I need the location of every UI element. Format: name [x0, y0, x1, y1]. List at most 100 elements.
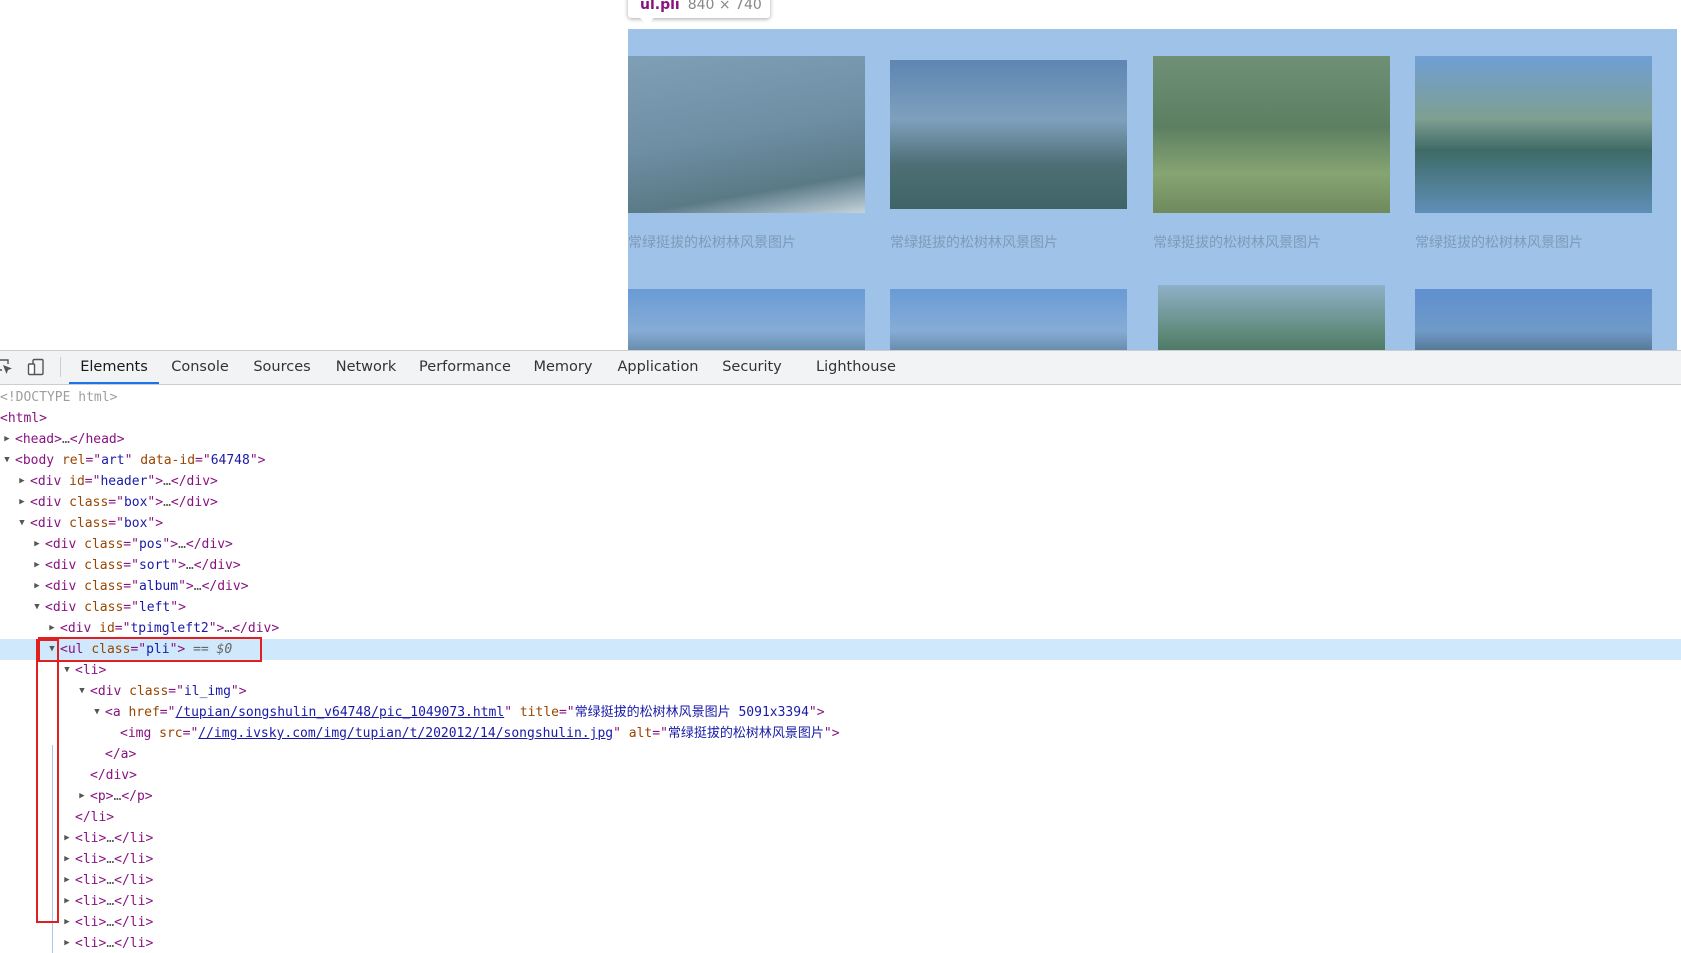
gallery-thumbnail[interactable]: [1415, 56, 1652, 213]
expand-triangle-icon[interactable]: ▶: [62, 828, 72, 849]
tooltip-selector: ul.pli: [640, 0, 680, 13]
collapse-triangle-icon[interactable]: ▼: [77, 681, 87, 702]
expand-triangle-icon[interactable]: ▶: [47, 618, 57, 639]
tab-security[interactable]: Security: [719, 351, 785, 384]
expand-triangle-icon[interactable]: ▶: [77, 786, 87, 807]
expand-triangle-icon[interactable]: ▶: [32, 576, 42, 597]
li-close-tag: </li>: [75, 810, 115, 825]
expand-triangle-icon[interactable]: ▶: [32, 555, 42, 576]
collapse-triangle-icon[interactable]: ▼: [17, 513, 27, 534]
body-tag-name: body: [22, 453, 55, 468]
tab-elements[interactable]: Elements: [69, 351, 159, 384]
dom-node-div-il-img[interactable]: ▼ <div class="il_img">: [0, 681, 1681, 702]
expand-triangle-icon[interactable]: ▶: [62, 870, 72, 891]
expand-triangle-icon[interactable]: ▶: [62, 849, 72, 870]
img-alt-value: 常绿挺拔的松树林风景图片: [667, 726, 824, 741]
dom-node-div-box-open[interactable]: ▼ <div class="box">: [0, 513, 1681, 534]
expand-triangle-icon[interactable]: ▶: [2, 429, 12, 450]
head-open-tag: <head>: [15, 432, 62, 447]
gallery-thumbnail[interactable]: [628, 56, 865, 213]
body-data-id-value: 64748: [210, 453, 250, 468]
red-annotation-box: [38, 637, 262, 662]
gallery-caption[interactable]: 常绿挺拔的松树林风景图片: [890, 232, 1058, 252]
page-viewport: 常绿挺拔的松树林风景图片 常绿挺拔的松树林风景图片 常绿挺拔的松树林风景图片 常…: [0, 0, 1681, 350]
head-close-tag: </head>: [69, 432, 125, 447]
dom-node-p[interactable]: ▶ <p>…</p>: [0, 786, 1681, 807]
left-class-value: left: [138, 600, 171, 615]
red-annotation-box: [36, 639, 59, 923]
dom-node-body[interactable]: ▼ <body rel="art" data-id="64748">: [0, 450, 1681, 471]
tab-performance[interactable]: Performance: [417, 351, 513, 384]
collapse-triangle-icon[interactable]: ▼: [92, 702, 102, 723]
tab-application[interactable]: Application: [612, 351, 704, 384]
dom-node-anchor[interactable]: ▼ <a href="/tupian/songshulin_v64748/pic…: [0, 702, 1681, 723]
header-id-value: header: [100, 474, 148, 489]
collapse-triangle-icon[interactable]: ▼: [62, 660, 72, 681]
box-class-value: box: [123, 495, 148, 510]
img-src-link[interactable]: //img.ivsky.com/img/tupian/t/202012/14/s…: [198, 726, 613, 741]
dom-node-doctype[interactable]: <!DOCTYPE html>: [0, 387, 1681, 408]
expand-triangle-icon[interactable]: ▶: [62, 933, 72, 953]
expand-triangle-icon[interactable]: ▶: [62, 891, 72, 912]
dom-node-li-collapsed[interactable]: ▶ <li>…</li>: [0, 828, 1681, 849]
gallery-thumbnail[interactable]: [890, 289, 1127, 350]
tab-memory[interactable]: Memory: [528, 351, 598, 384]
anchor-title-value: 常绿挺拔的松树林风景图片 5091x3394: [574, 705, 809, 720]
li-open-tag: <li>: [75, 663, 107, 678]
gallery-caption[interactable]: 常绿挺拔的松树林风景图片: [1153, 232, 1321, 252]
dom-node-div-pos[interactable]: ▶ <div class="pos">…</div>: [0, 534, 1681, 555]
html-tag: <html>: [0, 411, 47, 426]
il-img-class-value: il_img: [183, 684, 231, 699]
gallery-thumbnail[interactable]: [1158, 285, 1385, 350]
dom-node-div-left[interactable]: ▼ <div class="left">: [0, 597, 1681, 618]
collapse-triangle-icon[interactable]: ▼: [32, 597, 42, 618]
inspect-element-icon[interactable]: [0, 358, 14, 376]
dom-node-div-sort[interactable]: ▶ <div class="sort">…</div>: [0, 555, 1681, 576]
sort-class-value: sort: [138, 558, 171, 573]
devtools-toolbar: Elements Console Sources Network Perform…: [0, 351, 1681, 385]
expand-triangle-icon[interactable]: ▶: [62, 912, 72, 933]
dom-node-div-header[interactable]: ▶ <div id="header">…</div>: [0, 471, 1681, 492]
element-highlight-overlay: 常绿挺拔的松树林风景图片 常绿挺拔的松树林风景图片 常绿挺拔的松树林风景图片 常…: [628, 29, 1677, 350]
gallery-thumbnail[interactable]: [1153, 56, 1390, 213]
dom-node-div-box[interactable]: ▶ <div class="box">…</div>: [0, 492, 1681, 513]
dom-node-li-collapsed[interactable]: ▶ <li>…</li>: [0, 912, 1681, 933]
tab-console[interactable]: Console: [166, 351, 234, 384]
box-class-value: box: [123, 516, 148, 531]
tpimg-id-value: tpimgleft2: [130, 621, 209, 636]
gallery-thumbnail[interactable]: [890, 60, 1127, 209]
pos-class-value: pos: [138, 537, 163, 552]
dom-node-li-collapsed[interactable]: ▶ <li>…</li>: [0, 891, 1681, 912]
gallery-caption[interactable]: 常绿挺拔的松树林风景图片: [1415, 232, 1583, 252]
dom-node-img[interactable]: <img src="//img.ivsky.com/img/tupian/t/2…: [0, 723, 1681, 744]
gallery-thumbnail[interactable]: [1415, 289, 1652, 350]
dom-node-div-tpimgleft2[interactable]: ▶ <div id="tpimgleft2">…</div>: [0, 618, 1681, 639]
dom-node-div-close[interactable]: </div>: [0, 765, 1681, 786]
tab-lighthouse[interactable]: Lighthouse: [812, 351, 900, 384]
collapse-triangle-icon[interactable]: ▼: [2, 450, 12, 471]
tab-network[interactable]: Network: [331, 351, 401, 384]
dom-node-li-collapsed[interactable]: ▶ <li>…</li>: [0, 870, 1681, 891]
dom-node-div-album[interactable]: ▶ <div class="album">…</div>: [0, 576, 1681, 597]
dom-node-html[interactable]: <html>: [0, 408, 1681, 429]
album-class-value: album: [138, 579, 179, 594]
dom-node-a-close[interactable]: </a>: [0, 744, 1681, 765]
dom-node-head[interactable]: ▶ <head>…</head>: [0, 429, 1681, 450]
toolbar-separator: [60, 357, 61, 377]
dom-node-li-collapsed[interactable]: ▶ <li>…</li>: [0, 933, 1681, 953]
anchor-href-link[interactable]: /tupian/songshulin_v64748/pic_1049073.ht…: [175, 705, 504, 720]
doctype-text: <!DOCTYPE html>: [0, 390, 118, 405]
expand-triangle-icon[interactable]: ▶: [17, 471, 27, 492]
tooltip-size: 840 × 740: [687, 0, 762, 13]
dom-node-li[interactable]: ▼ <li>: [0, 660, 1681, 681]
expand-triangle-icon[interactable]: ▶: [32, 534, 42, 555]
gallery-caption[interactable]: 常绿挺拔的松树林风景图片: [628, 232, 796, 252]
gallery-thumbnail[interactable]: [628, 289, 865, 350]
tab-sources[interactable]: Sources: [249, 351, 315, 384]
dom-tree: <!DOCTYPE html> <html> ▶ <head>…</head> …: [0, 385, 1681, 953]
expand-triangle-icon[interactable]: ▶: [17, 492, 27, 513]
device-toolbar-icon[interactable]: [27, 358, 45, 376]
body-rel-value: art: [101, 453, 125, 468]
dom-node-li-close[interactable]: </li>: [0, 807, 1681, 828]
dom-node-li-collapsed[interactable]: ▶ <li>…</li>: [0, 849, 1681, 870]
